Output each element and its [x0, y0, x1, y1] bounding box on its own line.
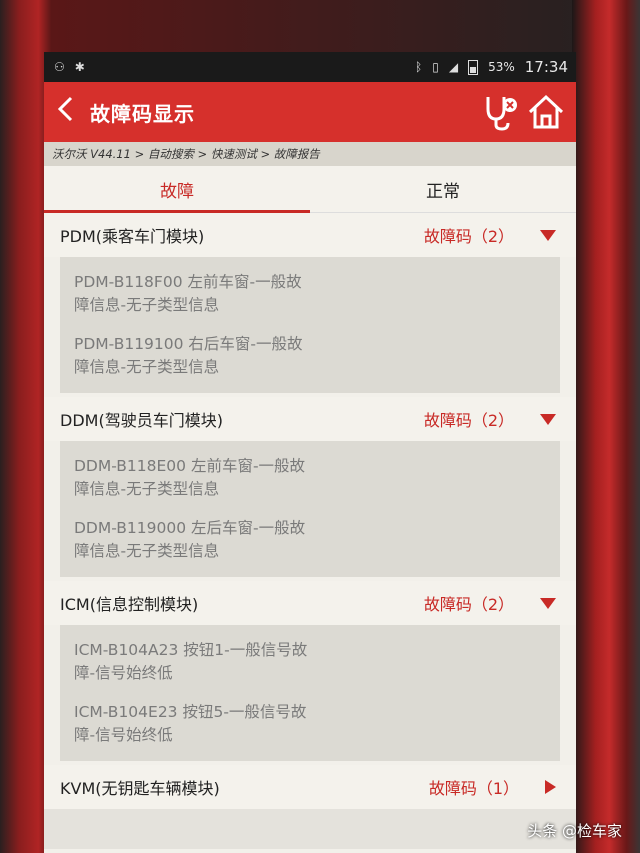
stethoscope-icon	[486, 97, 517, 131]
collapse-triangle-icon[interactable]	[540, 229, 556, 241]
group-name: DDM(驾驶员车门模块)	[60, 411, 223, 430]
group-name: PDM(乘客车门模块)	[60, 227, 205, 246]
fault-count: 故障码（2）	[423, 595, 514, 614]
fault-count: 故障码（2）	[423, 411, 514, 430]
clock: 17:34	[524, 58, 568, 76]
bluetooth-notification-icon: ✱	[74, 60, 85, 74]
vibrate-icon: ▯	[432, 60, 439, 74]
group-header-ddm[interactable]: DDM(驾驶员车门模块) 故障码（2）	[44, 397, 576, 441]
group-name: ICM(信息控制模块)	[60, 595, 199, 614]
group-header-icm[interactable]: ICM(信息控制模块) 故障码（2）	[44, 581, 576, 625]
collapse-triangle-icon[interactable]	[540, 413, 556, 425]
group-header-pdm[interactable]: PDM(乘客车门模块) 故障码（2）	[44, 213, 576, 257]
battery-icon	[468, 59, 479, 75]
tab-normal[interactable]: 正常	[310, 166, 576, 212]
bottom-action-bar	[44, 809, 576, 849]
title-bar: 故障码显示	[44, 82, 576, 142]
bluetooth-icon: ᛒ	[415, 60, 423, 74]
status-bar: ⚇ ✱ ᛒ ▯ ◢ 53% 17:34	[44, 52, 576, 82]
fault-code-item: PDM-B119100 右后车窗-一般故障信息-无子类型信息	[74, 335, 303, 376]
home-button[interactable]	[524, 90, 568, 134]
breadcrumb: 沃尔沃 V44.11 > 自动搜索 > 快速测试 > 故障报告	[44, 142, 576, 166]
group-header-kvm[interactable]: KVM(无钥匙车辆模块) 故障码（1）	[44, 765, 576, 809]
fault-code-list: PDM-B118F00 左前车窗-一般故障信息-无子类型信息 PDM-B1191…	[60, 257, 560, 393]
fault-code-item: ICM-B104E23 按钮5-一般信号故障-信号始终低	[74, 703, 307, 744]
diagnose-button[interactable]	[480, 90, 524, 134]
chevron-left-icon	[57, 96, 73, 121]
tab-fault[interactable]: 故障	[44, 166, 310, 213]
back-button[interactable]	[56, 96, 90, 129]
fault-count: 故障码（1）	[428, 779, 519, 798]
expand-triangle-icon[interactable]	[545, 780, 556, 794]
watermark: 头条 @检车家	[527, 822, 622, 840]
home-icon	[528, 94, 564, 129]
fault-code-item: PDM-B118F00 左前车窗-一般故障信息-无子类型信息	[74, 273, 302, 314]
fault-code-list: ICM-B104A23 按钮1-一般信号故障-信号始终低 ICM-B104E23…	[60, 625, 560, 761]
fault-code-item: ICM-B104A23 按钮1-一般信号故障-信号始终低	[74, 641, 308, 682]
device-frame-right	[572, 0, 640, 853]
group-name: KVM(无钥匙车辆模块)	[60, 779, 220, 798]
usb-debug-icon: ⚇	[54, 60, 65, 74]
fault-code-item: DDM-B119000 左后车窗-一般故障信息-无子类型信息	[74, 519, 306, 560]
page-title: 故障码显示	[90, 101, 195, 126]
signal-icon: ◢	[448, 60, 459, 74]
tab-bar: 故障 正常	[44, 166, 576, 213]
phone-screen: ⚇ ✱ ᛒ ▯ ◢ 53% 17:34 故障码显示 沃尔沃 V44.11 > 自…	[44, 52, 576, 853]
fault-code-item: DDM-B118E00 左前车窗-一般故障信息-无子类型信息	[74, 457, 306, 498]
fault-code-list: DDM-B118E00 左前车窗-一般故障信息-无子类型信息 DDM-B1190…	[60, 441, 560, 577]
collapse-triangle-icon[interactable]	[540, 597, 556, 609]
fault-count: 故障码（2）	[423, 227, 514, 246]
battery-level: 53%	[488, 60, 515, 74]
